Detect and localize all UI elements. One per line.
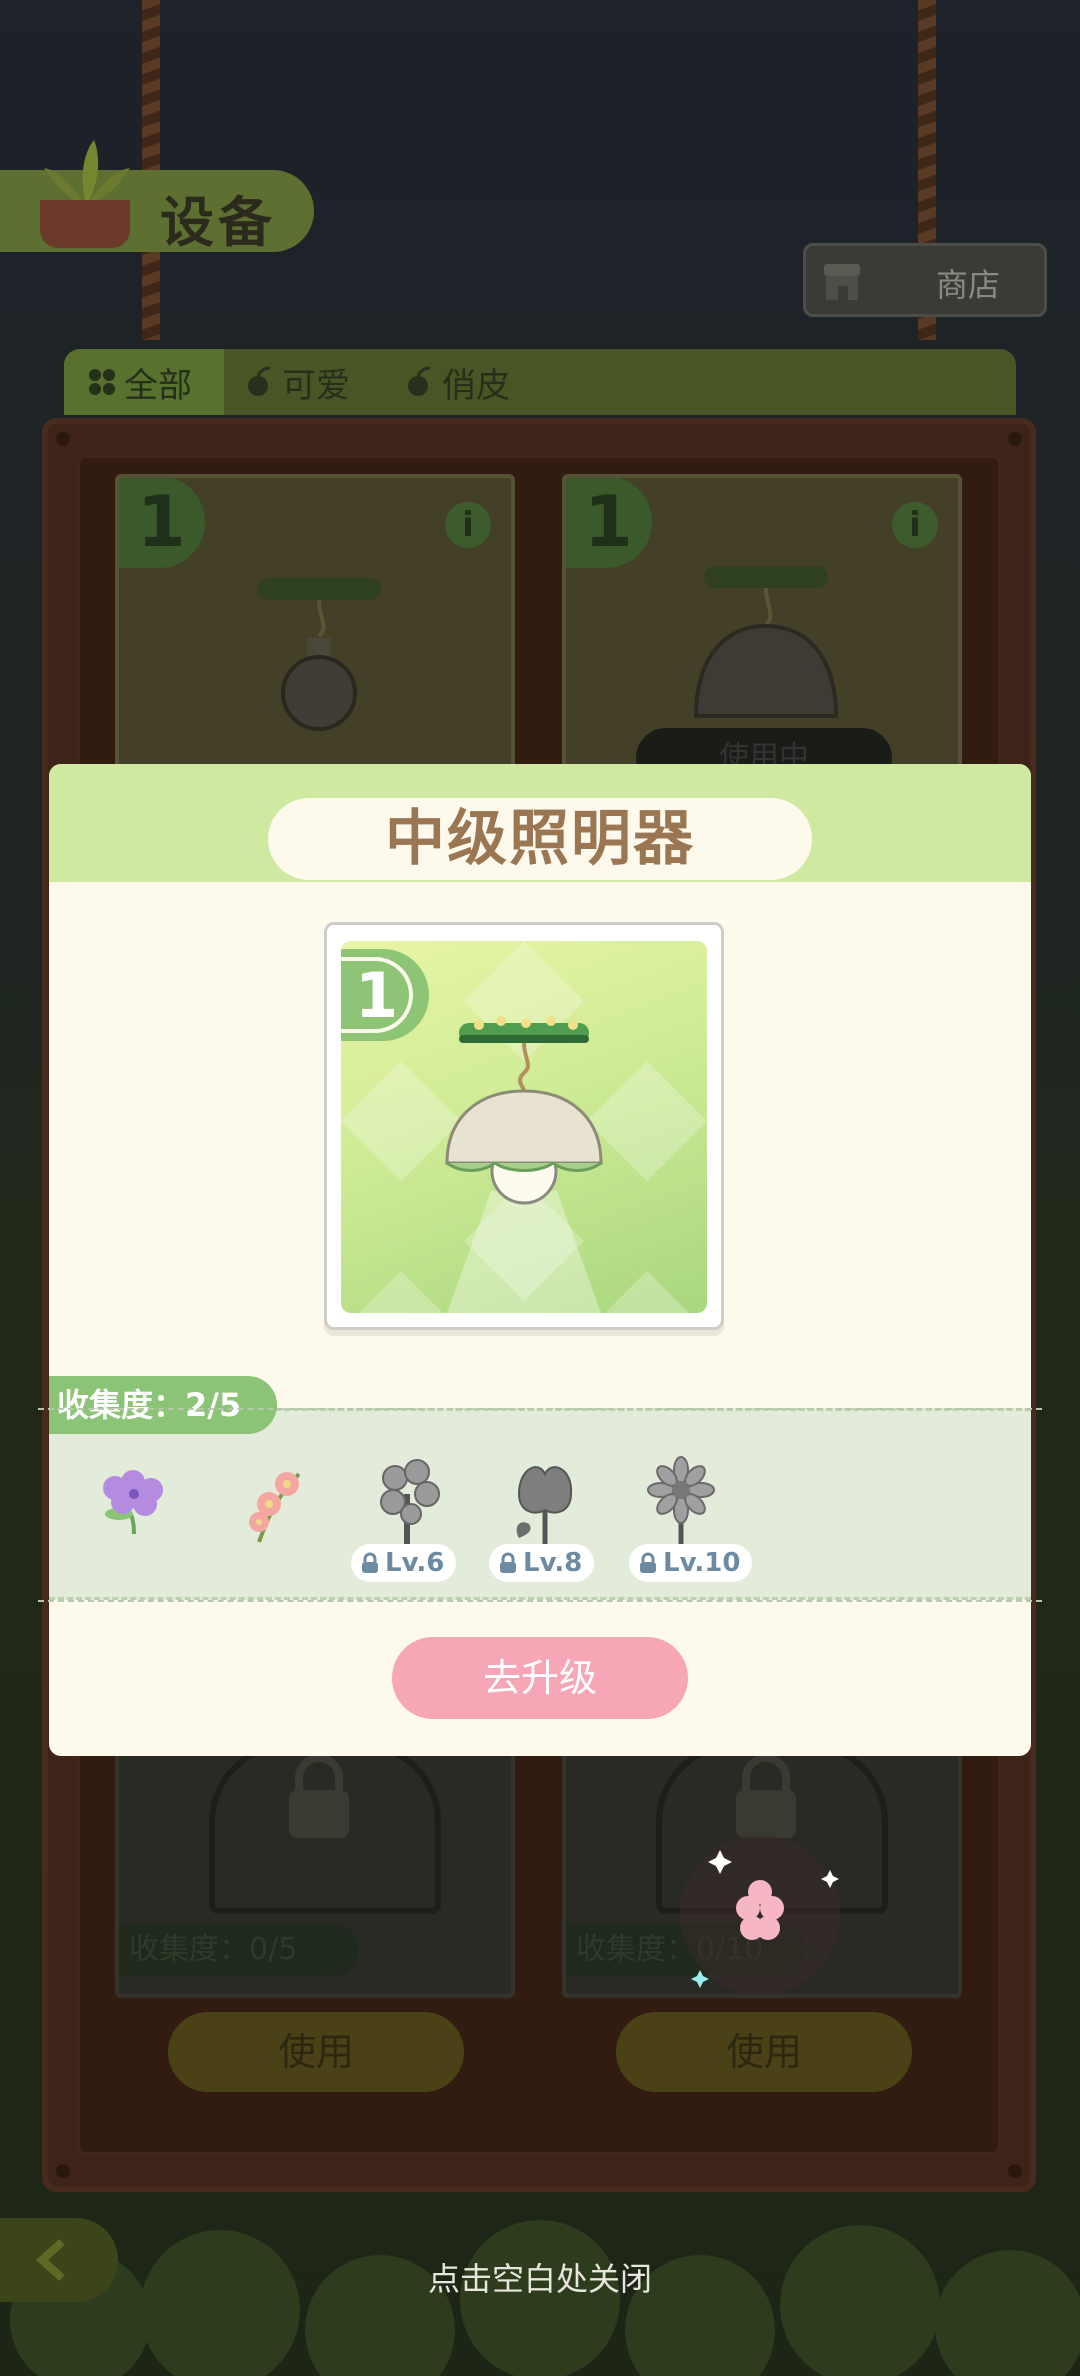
level-requirement-label: Lv.10 (663, 1548, 741, 1578)
item-detail-modal: 中级照明器 1 收集度：2/5 Lv.6 Lv.8 Lv.10 去升级 (49, 764, 1031, 1756)
card-level: 1 (566, 478, 652, 568)
lock-icon (500, 1552, 516, 1573)
level-requirement-badge: Lv.6 (351, 1544, 457, 1582)
tab-all-label: 全部 (124, 365, 192, 406)
shop-button[interactable]: 商店 (803, 243, 1047, 317)
divider-line (38, 1600, 1042, 1602)
collect-progress: 收集度：0/5 (119, 1924, 359, 1976)
grey-daisy-icon (647, 1456, 715, 1544)
pot-icon (40, 200, 130, 248)
card-level: 1 (119, 478, 205, 568)
cherry-icon (408, 366, 431, 396)
use-button[interactable]: 使用 (616, 2012, 912, 2092)
lock-icon (289, 1754, 349, 1838)
tab-playful[interactable]: 俏皮 (404, 349, 554, 415)
level-requirement-label: Lv.6 (385, 1548, 445, 1578)
bulb-lamp-icon (257, 578, 381, 731)
lock-icon (640, 1552, 656, 1573)
sparkle-flower-icon (680, 1835, 840, 1995)
level-badge: 1 (341, 949, 429, 1041)
shop-label: 商店 (936, 266, 1001, 304)
use-button[interactable]: 使用 (168, 2012, 464, 2092)
info-icon[interactable]: i (445, 502, 491, 548)
info-icon[interactable]: i (892, 502, 938, 548)
category-tabs: 全部 可爱 俏皮 (64, 349, 1016, 415)
collection-progress: 收集度：2/5 (49, 1376, 277, 1434)
pink-blossom-icon[interactable] (229, 1454, 319, 1544)
rivet (1008, 2164, 1022, 2178)
rivet (1008, 432, 1022, 446)
item-title: 中级照明器 (268, 798, 812, 880)
tab-all[interactable]: 全部 (64, 349, 224, 415)
purple-flower-icon[interactable] (89, 1454, 179, 1544)
tab-cute[interactable]: 可爱 (244, 349, 394, 415)
page-title: 设备 (160, 191, 276, 254)
tab-playful-label: 俏皮 (442, 365, 510, 406)
lock-icon (362, 1552, 378, 1573)
grey-leafy-flower-icon (516, 1466, 573, 1544)
tab-cute-label: 可爱 (282, 365, 350, 406)
item-preview-frame: 1 (324, 922, 724, 1330)
equipment-card-dome-lamp[interactable]: 1 i 使用中 (562, 474, 962, 774)
rivet (56, 432, 70, 446)
grey-cherry-blossom-icon (380, 1459, 440, 1544)
level-number: 1 (341, 957, 413, 1033)
level-requirement-badge: Lv.8 (489, 1544, 595, 1582)
equipment-card-bulb[interactable]: 1 i (115, 474, 515, 774)
grid-icon (89, 369, 115, 395)
close-hint[interactable]: 点击空白处关闭 (0, 2254, 1080, 2300)
level-requirement-badge: Lv.10 (629, 1544, 753, 1582)
locked-card[interactable]: 收集度：0/5 (115, 1748, 515, 1998)
upgrade-button[interactable]: 去升级 (392, 1637, 688, 1719)
item-artwork: 1 (341, 941, 707, 1313)
divider-line (38, 1408, 1042, 1410)
rivet (56, 2164, 70, 2178)
shop-icon (824, 264, 860, 300)
level-requirement-label: Lv.8 (523, 1548, 583, 1578)
cherry-icon (248, 366, 271, 396)
